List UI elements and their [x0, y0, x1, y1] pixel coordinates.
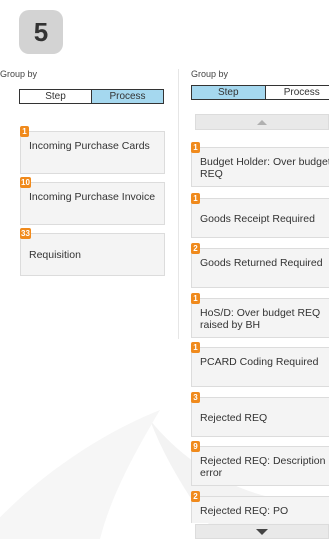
- group-by-toggle: Step Process: [191, 85, 329, 100]
- list-item[interactable]: 9 Rejected REQ: Description error: [191, 441, 329, 486]
- count-badge: 33: [20, 228, 31, 239]
- group-by-step-option[interactable]: Step: [20, 90, 92, 103]
- count-badge: 10: [20, 177, 31, 188]
- group-by-process-option[interactable]: Process: [92, 90, 163, 103]
- chevron-down-icon: [256, 528, 268, 535]
- list-item[interactable]: 1 PCARD Coding Required: [191, 342, 329, 387]
- list-item[interactable]: 10 Incoming Purchase Invoice: [20, 177, 165, 225]
- item-label: Budget Holder: Over budget REQ: [200, 156, 329, 180]
- list-item[interactable]: 1 Budget Holder: Over budget REQ: [191, 142, 329, 187]
- list-item[interactable]: 1 Incoming Purchase Cards: [20, 126, 165, 174]
- count-badge: 1: [20, 126, 29, 137]
- list-item[interactable]: 2 Rejected REQ: PO: [191, 491, 329, 523]
- group-by-label: Group by: [191, 69, 229, 79]
- left-group-panel: Group by Step Process 1 Incoming Purchas…: [0, 69, 179, 339]
- item-label: HoS/D: Over budget REQ raised by BH: [200, 307, 321, 331]
- step-number-badge: 5: [19, 10, 63, 54]
- scroll-down-button[interactable]: [195, 524, 329, 539]
- group-by-toggle: Step Process: [19, 89, 164, 104]
- count-badge: 2: [191, 491, 200, 502]
- count-badge: 9: [191, 441, 200, 452]
- group-by-process-option[interactable]: Process: [265, 86, 329, 99]
- count-badge: 1: [191, 193, 200, 204]
- item-label: Goods Receipt Required: [200, 213, 315, 225]
- right-group-panel: Group by Step Process 1 Budget Holder: O…: [185, 69, 329, 539]
- item-label: Rejected REQ: PO: [200, 505, 289, 517]
- item-label: Requisition: [29, 249, 81, 261]
- list-item[interactable]: 1 HoS/D: Over budget REQ raised by BH: [191, 293, 329, 338]
- list-item[interactable]: 3 Rejected REQ: [191, 392, 329, 437]
- count-badge: 1: [191, 293, 200, 304]
- count-badge: 2: [191, 243, 200, 254]
- item-label: Incoming Purchase Invoice: [29, 191, 156, 203]
- group-by-step-option[interactable]: Step: [192, 86, 266, 99]
- count-badge: 1: [191, 342, 200, 353]
- count-badge: 1: [191, 142, 200, 153]
- chevron-up-icon: [257, 119, 267, 125]
- step-list-viewport: Group by Step Process 1 Budget Holder: O…: [185, 69, 329, 523]
- item-label: Rejected REQ: Description error: [200, 455, 326, 479]
- group-by-label: Group by: [0, 69, 38, 79]
- scroll-up-button[interactable]: [195, 114, 329, 130]
- item-label: PCARD Coding Required: [200, 356, 319, 368]
- list-item[interactable]: 33 Requisition: [20, 228, 165, 276]
- count-badge: 3: [191, 392, 200, 403]
- list-item[interactable]: 1 Goods Receipt Required: [191, 193, 329, 238]
- item-label: Rejected REQ: [200, 412, 268, 424]
- item-label: Goods Returned Required: [200, 257, 323, 269]
- item-label: Incoming Purchase Cards: [29, 140, 150, 152]
- list-item[interactable]: 2 Goods Returned Required: [191, 243, 329, 288]
